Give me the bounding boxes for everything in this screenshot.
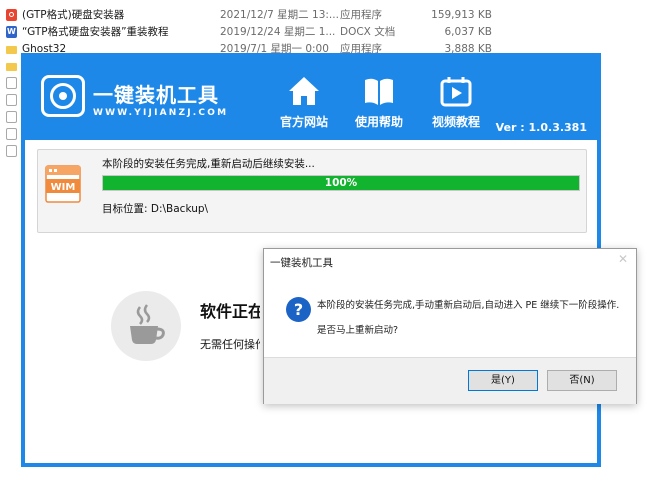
- folder-icon: [6, 43, 17, 55]
- file-icon: [6, 145, 17, 157]
- wim-badge: WIM: [51, 182, 76, 193]
- dialog-message: 本阶段的安装任务完成,手动重新启动后,自动进入 PE 继续下一阶段操作.: [317, 300, 620, 311]
- file-name: (GTP格式)硬盘安装器: [22, 9, 125, 21]
- nav-help[interactable]: 使用帮助: [344, 75, 414, 135]
- file-icon: [6, 128, 17, 140]
- dialog-title: 一键装机工具: [270, 257, 333, 269]
- yes-button[interactable]: 是(Y): [468, 370, 538, 391]
- coffee-icon-circle: [111, 291, 181, 361]
- nav-label: 使用帮助: [354, 115, 403, 129]
- doc-icon: [6, 24, 17, 40]
- file-date: 2019/12/24 星期二 1...: [220, 26, 336, 38]
- install-status-panel: WIM 本阶段的安装任务完成,重新启动后继续安装... 100% 目标位置: D…: [37, 149, 587, 233]
- video-icon: [440, 77, 472, 107]
- nav-video-tutorial[interactable]: 视频教程: [421, 75, 491, 135]
- book-icon: [365, 78, 393, 105]
- file-icon: [6, 77, 17, 89]
- disk-logo-icon: [41, 75, 85, 117]
- file-type: DOCX 文档: [340, 26, 396, 38]
- nav-official-site[interactable]: 官方网站: [269, 75, 339, 135]
- dialog-content: ? 本阶段的安装任务完成,手动重新启动后,自动进入 PE 继续下一阶段操作. 是…: [264, 275, 636, 357]
- nav-label: 官方网站: [279, 115, 328, 129]
- progress-text: 100%: [324, 177, 358, 189]
- app-website: WWW.YIJIANZJ.COM: [93, 108, 229, 118]
- status-message: 本阶段的安装任务完成,重新启动后继续安装...: [102, 158, 315, 170]
- file-date: 2021/12/7 星期二 13:...: [220, 9, 339, 21]
- file-size: 159,913 KB: [431, 9, 492, 21]
- file-name: “GTP格式硬盘安装器”重装教程: [22, 26, 169, 38]
- file-size: 6,037 KB: [444, 26, 493, 38]
- restart-dialog: 一键装机工具 ✕ ? 本阶段的安装任务完成,手动重新启动后,自动进入 PE 继续…: [263, 248, 637, 404]
- busy-title: 软件正在运行中: [200, 302, 260, 321]
- file-icon: [6, 94, 17, 106]
- folder-icon: [6, 60, 17, 72]
- nav-label: 视频教程: [431, 115, 480, 129]
- dialog-question: 是否马上重新启动?: [317, 325, 399, 336]
- progress-bar: 100%: [102, 175, 580, 191]
- exe-icon: [6, 9, 17, 21]
- file-icon: [6, 111, 17, 123]
- busy-subtitle: 无需任何操作,请耐心等待: [200, 338, 260, 351]
- home-icon: [289, 77, 319, 105]
- file-type: 应用程序: [340, 9, 382, 21]
- dialog-footer: 是(Y) 否(N): [264, 357, 636, 404]
- app-title: 一键装机工具: [93, 83, 219, 107]
- file-row[interactable]: (GTP格式)硬盘安装器 2021/12/7 星期二 13:... 应用程序 1…: [0, 7, 650, 23]
- app-header: 一键装机工具 WWW.YIJIANZJ.COM 官方网站 使用帮助 视频教程 V…: [21, 53, 601, 140]
- wim-file-icon: WIM: [45, 165, 81, 203]
- close-icon[interactable]: ✕: [618, 252, 628, 266]
- coffee-cup-icon: [130, 304, 165, 344]
- target-location: 目标位置: D:\Backup\: [102, 203, 209, 215]
- question-icon: ?: [286, 297, 311, 322]
- version-label: Ver : 1.0.3.381: [495, 121, 587, 134]
- no-button[interactable]: 否(N): [547, 370, 617, 391]
- file-row[interactable]: “GTP格式硬盘安装器”重装教程 2019/12/24 星期二 1... DOC…: [0, 24, 650, 40]
